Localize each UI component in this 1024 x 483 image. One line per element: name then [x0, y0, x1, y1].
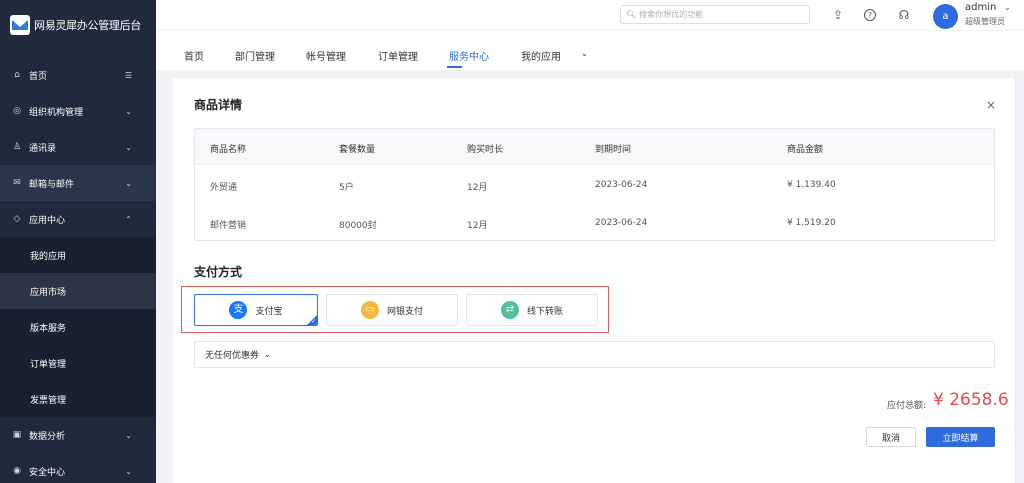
security-icon: ◉ — [13, 466, 21, 476]
sidebar-item-label: 通讯录 — [29, 143, 57, 154]
sidebar-item-contacts[interactable]: ♙ 通讯录 ⌄ — [0, 129, 156, 165]
sidebar-subitem-my-apps[interactable]: 我的应用 — [0, 237, 156, 273]
table-cell: 12月 — [467, 221, 488, 231]
chevron-down-icon[interactable]: ⌄ — [581, 49, 588, 58]
checkout-button[interactable]: 立即结算 — [926, 427, 995, 447]
table-cell: 80000封 — [339, 221, 377, 231]
user-role: 超级管理员 — [965, 17, 1005, 26]
sidebar-item-label: 安全中心 — [29, 467, 66, 478]
sidebar-item-home[interactable]: ⌂ 首页 ☰ — [0, 57, 156, 93]
avatar[interactable]: a — [933, 4, 958, 29]
payment-option-alipay[interactable]: 支 支付宝 ✓ — [194, 294, 318, 326]
check-icon: ✓ — [310, 318, 316, 325]
payment-option-label: 网银支付 — [386, 306, 423, 317]
chevron-down-icon: ⌄ — [125, 466, 132, 476]
column-header: 商品金额 — [787, 145, 824, 155]
sidebar-menu: ⌂ 首页 ☰ ◎ 组织机构管理 ⌄ ♙ 通讯录 ⌄ ✉ 邮箱与邮件 ⌄ ◇ 应用… — [0, 57, 156, 483]
tab-bar: 首页 部门管理 帐号管理 订单管理 服务中心 我的应用 ⌄ — [156, 30, 1024, 70]
home-icon: ⌂ — [14, 70, 20, 80]
table-header: 商品名称 套餐数量 购买时长 到期时间 商品金额 — [195, 129, 994, 165]
sidebar-subitem-order-management[interactable]: 订单管理 — [0, 345, 156, 381]
coupon-select[interactable]: 无任何优惠券 ⌄ — [194, 341, 995, 368]
sidebar-item-org[interactable]: ◎ 组织机构管理 ⌄ — [0, 93, 156, 129]
total-amount: ¥ 2658.6 — [933, 390, 1009, 410]
sidebar-item-label: 邮箱与邮件 — [29, 179, 75, 190]
user-name[interactable]: admin — [965, 2, 996, 13]
coupon-label: 无任何优惠券 — [205, 351, 260, 361]
cancel-button[interactable]: 取消 — [866, 427, 916, 447]
product-table: 商品名称 套餐数量 购买时长 到期时间 商品金额 外贸通 5户 12月 2023… — [194, 128, 995, 241]
transfer-icon: ⇄ — [500, 301, 519, 319]
chevron-down-icon: ⌄ — [125, 430, 132, 440]
table-cell: ¥ 1,519.20 — [787, 218, 836, 228]
alipay-icon: 支 — [229, 301, 248, 319]
tab-my-apps[interactable]: 我的应用 — [521, 48, 561, 63]
sidebar-item-mail[interactable]: ✉ 邮箱与邮件 ⌄ — [0, 165, 156, 201]
product-details-title: 商品详情 — [194, 98, 243, 112]
app-title: 网易灵犀办公管理后台 — [34, 19, 141, 32]
upload-icon[interactable]: ⇪ — [831, 8, 845, 22]
app-center-icon: ◇ — [13, 214, 21, 224]
table-cell: ¥ 1,139.40 — [787, 180, 836, 190]
bank-card-icon: ▭ — [360, 301, 379, 319]
contacts-icon: ♙ — [12, 142, 22, 152]
column-header: 套餐数量 — [339, 145, 376, 155]
payment-method-title: 支付方式 — [194, 265, 243, 279]
sidebar-item-label: 应用中心 — [29, 215, 66, 226]
tab-orders[interactable]: 订单管理 — [378, 48, 418, 63]
chevron-up-icon: ⌃ — [125, 214, 132, 224]
brand-logo-icon — [10, 15, 30, 35]
sidebar: 网易灵犀办公管理后台 ⌂ 首页 ☰ ◎ 组织机构管理 ⌄ ♙ 通讯录 ⌄ ✉ 邮… — [0, 0, 156, 483]
brand: 网易灵犀办公管理后台 — [0, 0, 156, 50]
column-header: 购买时长 — [467, 145, 504, 155]
sidebar-subitem-invoice-management[interactable]: 发票管理 — [0, 381, 156, 417]
org-icon: ◎ — [13, 106, 21, 116]
headset-icon[interactable]: ☊ — [897, 8, 911, 22]
search-icon: 🔍︎ — [626, 10, 637, 19]
payment-option-label: 线下转账 — [526, 306, 563, 317]
column-header: 到期时间 — [595, 145, 632, 155]
table-cell: 邮件营销 — [210, 221, 247, 231]
table-cell: 5户 — [339, 183, 354, 193]
sidebar-item-label: 首页 — [29, 71, 48, 82]
sidebar-subitem-version-service[interactable]: 版本服务 — [0, 309, 156, 345]
sidebar-item-security[interactable]: ◉ 安全中心 ⌄ — [0, 453, 156, 483]
table-cell: 2023-06-24 — [595, 180, 648, 190]
table-cell: 2023-06-24 — [595, 218, 648, 228]
menu-collapse-icon[interactable]: ☰ — [125, 71, 132, 80]
tab-home[interactable]: 首页 — [184, 48, 204, 63]
sidebar-item-label: 数据分析 — [29, 431, 66, 442]
chevron-down-icon[interactable]: ⌄ — [1004, 3, 1011, 12]
sidebar-item-data-analysis[interactable]: ▣ 数据分析 ⌄ — [0, 417, 156, 453]
chevron-down-icon: ⌄ — [125, 178, 132, 188]
column-header: 商品名称 — [210, 145, 247, 155]
chevron-down-icon: ⌄ — [125, 142, 132, 152]
help-icon[interactable]: ? — [864, 9, 876, 21]
payment-option-label: 支付宝 — [255, 306, 283, 317]
active-tab-indicator — [447, 66, 462, 68]
sidebar-subitem-app-market[interactable]: 应用市场 — [0, 273, 156, 309]
payment-option-transfer[interactable]: ⇄ 线下转账 — [466, 294, 598, 326]
tab-department[interactable]: 部门管理 — [235, 48, 275, 63]
order-panel: 商品详情 × 商品名称 套餐数量 购买时长 到期时间 商品金额 外贸通 5户 1… — [173, 78, 1014, 483]
tab-account[interactable]: 帐号管理 — [306, 48, 346, 63]
chevron-down-icon: ⌄ — [264, 350, 271, 359]
search-box[interactable]: 🔍︎ — [620, 5, 810, 24]
total-label: 应付总额: — [887, 401, 927, 411]
chevron-down-icon: ⌄ — [125, 106, 132, 116]
payment-option-bank[interactable]: ▭ 网银支付 — [326, 294, 458, 326]
table-cell: 12月 — [467, 183, 488, 193]
tab-service-center[interactable]: 服务中心 — [449, 48, 489, 63]
mail-icon: ✉ — [13, 178, 21, 188]
table-row: 邮件营销 80000封 12月 2023-06-24 ¥ 1,519.20 — [195, 205, 994, 241]
table-row: 外贸通 5户 12月 2023-06-24 ¥ 1,139.40 — [195, 167, 994, 203]
sidebar-item-app-center[interactable]: ◇ 应用中心 ⌃ — [0, 201, 156, 237]
search-input[interactable] — [639, 10, 800, 19]
table-cell: 外贸通 — [210, 183, 238, 193]
chart-icon: ▣ — [12, 430, 22, 440]
close-icon[interactable]: × — [986, 98, 996, 112]
top-header: 🔍︎ ⇪ ? ☊ a admin ⌄ 超级管理员 — [156, 0, 1024, 30]
sidebar-item-label: 组织机构管理 — [29, 107, 84, 118]
